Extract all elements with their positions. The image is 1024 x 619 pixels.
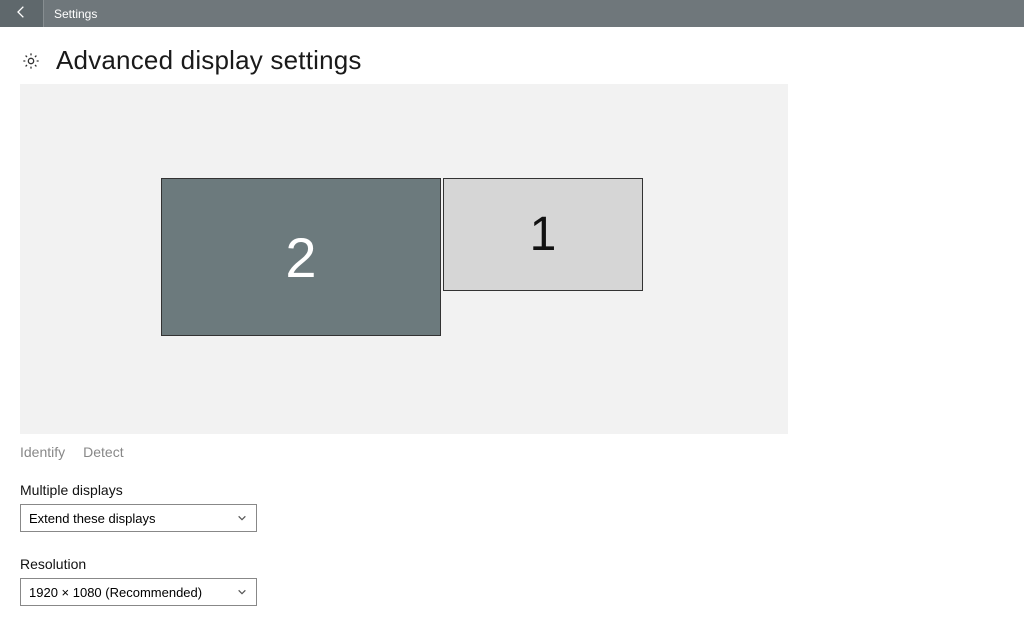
app-title: Settings: [44, 0, 97, 27]
page-header: Advanced display settings: [20, 45, 1004, 76]
resolution-dropdown[interactable]: 1920 × 1080 (Recommended): [20, 578, 257, 606]
display-arrangement-canvas[interactable]: 2 1: [20, 84, 788, 434]
back-arrow-icon: [14, 4, 30, 23]
content-area: Advanced display settings 2 1 Identify D…: [0, 27, 1024, 619]
display-tile-1[interactable]: 1: [443, 178, 643, 291]
resolution-value: 1920 × 1080 (Recommended): [29, 585, 202, 600]
display-tile-label: 1: [530, 207, 557, 262]
detect-link[interactable]: Detect: [83, 444, 123, 460]
display-action-links: Identify Detect: [20, 444, 1004, 460]
gear-icon: [20, 50, 42, 72]
multiple-displays-group: Multiple displays Extend these displays: [20, 482, 1004, 532]
resolution-label: Resolution: [20, 556, 1004, 572]
page-title: Advanced display settings: [56, 45, 362, 76]
resolution-group: Resolution 1920 × 1080 (Recommended): [20, 556, 1004, 606]
titlebar: Settings: [0, 0, 1024, 27]
chevron-down-icon: [236, 586, 248, 598]
back-button[interactable]: [0, 0, 44, 27]
identify-link[interactable]: Identify: [20, 444, 65, 460]
display-tile-label: 2: [285, 225, 316, 290]
chevron-down-icon: [236, 512, 248, 524]
multiple-displays-label: Multiple displays: [20, 482, 1004, 498]
display-tile-2[interactable]: 2: [161, 178, 441, 336]
multiple-displays-dropdown[interactable]: Extend these displays: [20, 504, 257, 532]
multiple-displays-value: Extend these displays: [29, 511, 155, 526]
